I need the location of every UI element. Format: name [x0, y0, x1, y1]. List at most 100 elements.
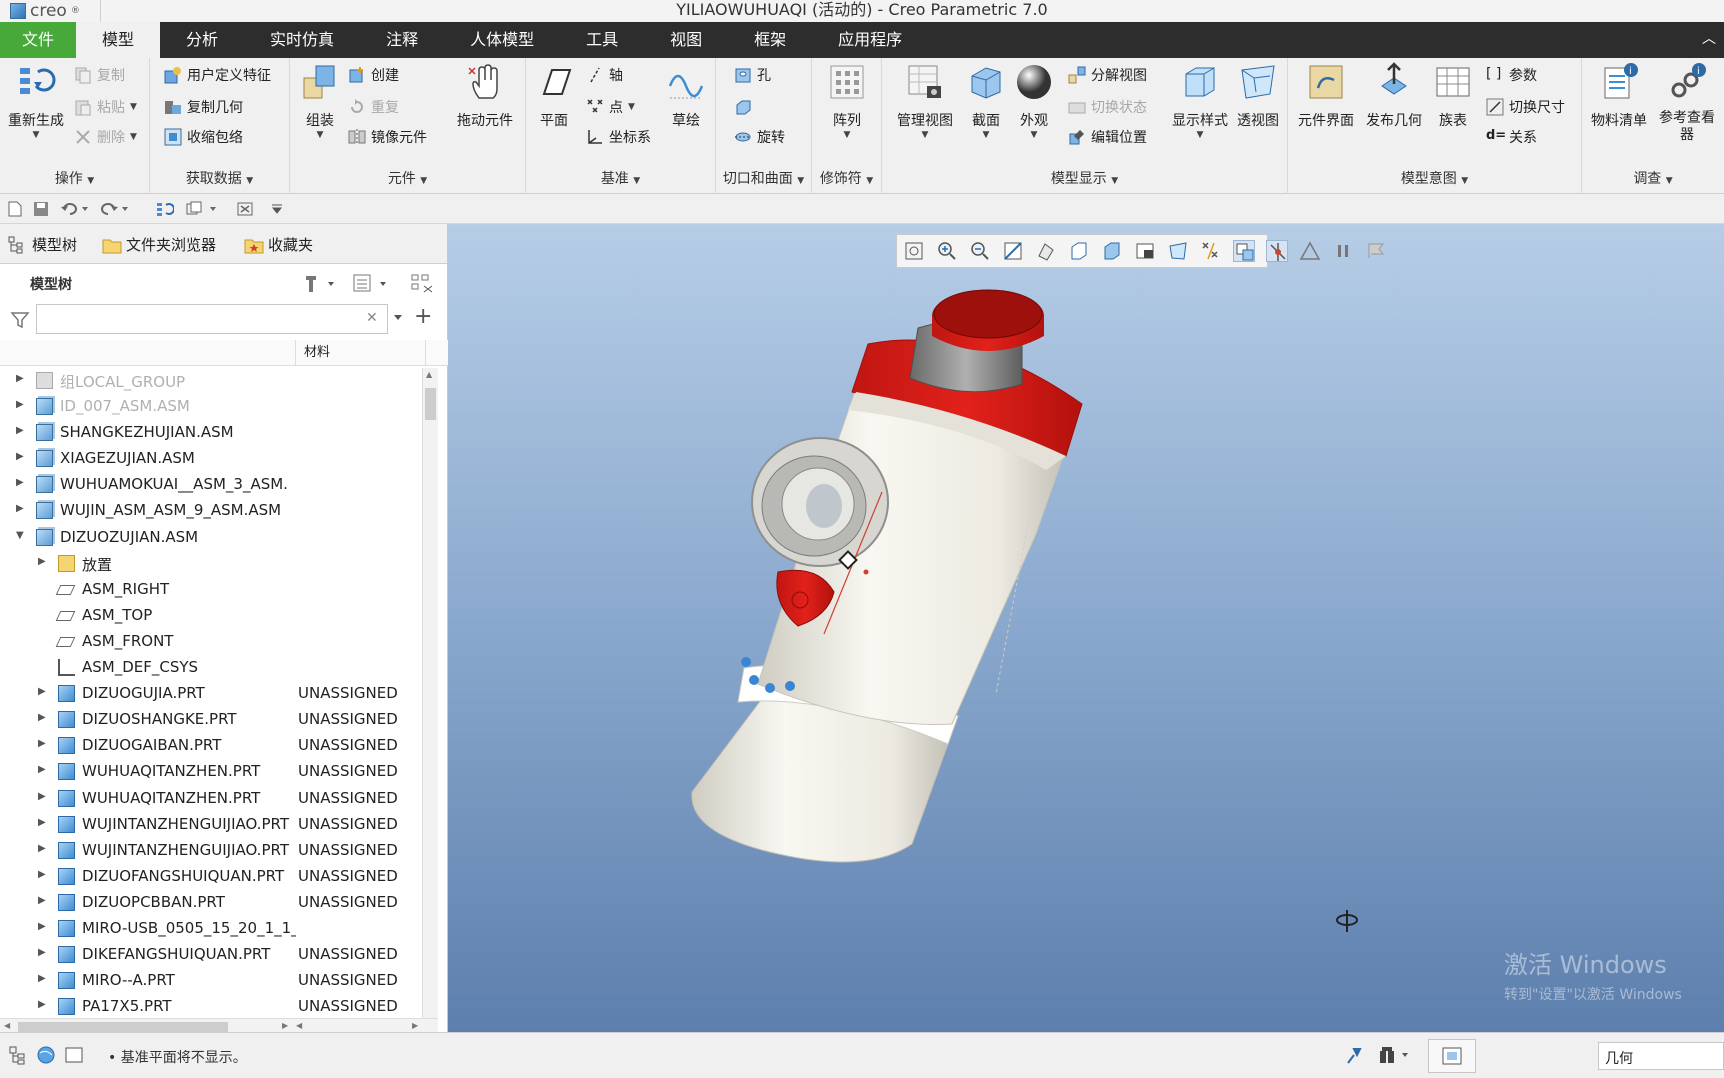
graphics-viewport[interactable]: 激活 Windows 转到"设置"以激活 Windows: [448, 224, 1724, 1032]
filter-icon[interactable]: [10, 310, 30, 330]
copy-geometry-button[interactable]: 复制几何: [164, 96, 243, 118]
regenerate-button[interactable]: 重新生成 ▼: [4, 62, 68, 140]
reference-viewer-button[interactable]: i 参考查看器: [1654, 62, 1720, 144]
group-component-label[interactable]: 元件 ▼: [290, 168, 525, 188]
publish-geometry-button[interactable]: 发布几何: [1362, 62, 1426, 130]
tree-scroll-thumb[interactable]: [425, 388, 436, 420]
tree-row[interactable]: ▶ DIZUOPCBBAN.PRT UNASSIGNED: [0, 890, 422, 916]
tree-row[interactable]: ▶ DIKEFANGSHUIQUAN.PRT UNASSIGNED: [0, 942, 422, 968]
expand-arrow-icon[interactable]: ▶: [38, 843, 48, 854]
tree-row[interactable]: ▶ ID_007_ASM.ASM: [0, 394, 422, 420]
parameters-button[interactable]: [ ] 参数: [1486, 64, 1537, 86]
save-icon[interactable]: [32, 201, 50, 217]
expand-arrow-icon[interactable]: ▶: [16, 478, 26, 488]
group-modifiers-label[interactable]: 修饰符 ▼: [812, 168, 881, 188]
show-tree-icon[interactable]: [410, 272, 438, 294]
menu-applications[interactable]: 应用程序: [812, 22, 928, 58]
group-investigate-label[interactable]: 调查 ▼: [1582, 168, 1724, 188]
customize-toolbar-icon[interactable]: [268, 201, 286, 217]
add-filter-icon[interactable]: +: [414, 306, 432, 328]
expand-arrow-icon[interactable]: ▶: [38, 687, 48, 697]
hole-button[interactable]: 孔: [734, 64, 771, 86]
ribbon-collapse-icon[interactable]: ︿: [1702, 28, 1716, 48]
tree-row[interactable]: ASM_DEF_CSYS: [0, 655, 422, 681]
appearance-button[interactable]: 外观 ▼: [1012, 62, 1056, 140]
tree-row[interactable]: ▶ DIZUOGUJIA.PRT UNASSIGNED: [0, 681, 422, 707]
tree-row[interactable]: ASM_FRONT: [0, 629, 422, 655]
copy-button[interactable]: 复制: [74, 64, 125, 86]
menu-model[interactable]: 模型: [76, 22, 161, 58]
menu-analysis[interactable]: 分析: [160, 22, 244, 58]
fullscreen-icon[interactable]: [64, 1045, 84, 1065]
exploded-view-button[interactable]: 分解视图: [1068, 64, 1147, 86]
undo-icon[interactable]: [60, 201, 90, 217]
expand-arrow-icon[interactable]: ▶: [16, 504, 26, 514]
drag-components-button[interactable]: 拖动元件: [450, 62, 520, 130]
group-get-data-label[interactable]: 获取数据 ▼: [150, 168, 289, 188]
column-material[interactable]: 材料: [295, 340, 425, 366]
expand-arrow-icon[interactable]: ▶: [38, 713, 48, 723]
menu-view[interactable]: 视图: [644, 22, 728, 58]
menu-annotate[interactable]: 注释: [360, 22, 444, 58]
collapse-arrow-icon[interactable]: ▼: [16, 530, 26, 541]
tree-row[interactable]: ▶ WUHUAQITANZHEN.PRT UNASSIGNED: [0, 786, 422, 812]
group-cut-surface-label[interactable]: 切口和曲面 ▼: [716, 168, 811, 188]
expand-arrow-icon[interactable]: ▶: [38, 556, 48, 567]
datum-plane-button[interactable]: 平面: [532, 62, 576, 130]
tab-folder-browser[interactable]: 文件夹浏览器: [102, 234, 216, 255]
clear-search-icon[interactable]: ✕: [366, 310, 378, 326]
tree-row[interactable]: ▶ XIAGEZUJIAN.ASM: [0, 446, 422, 472]
tree-row[interactable]: ▶ 组LOCAL_GROUP: [0, 368, 422, 394]
column-more[interactable]: [425, 340, 439, 366]
manage-views-button[interactable]: 管理视图 ▼: [890, 62, 960, 140]
expand-arrow-icon[interactable]: ▶: [38, 791, 48, 802]
tab-model-tree[interactable]: 模型树: [8, 234, 77, 255]
tree-vertical-scrollbar[interactable]: ▲ ▼: [422, 368, 438, 1028]
group-model-intent-label[interactable]: 模型意图 ▼: [1288, 168, 1581, 188]
tree-row[interactable]: ▶ PA17X5.PRT UNASSIGNED: [0, 994, 422, 1018]
tree-row[interactable]: ▶ 放置: [0, 551, 422, 577]
tree-row[interactable]: ▶ WUHUAQITANZHEN.PRT UNASSIGNED: [0, 759, 422, 785]
expand-arrow-icon[interactable]: ▶: [16, 400, 26, 410]
mirror-component-button[interactable]: 镜像元件: [348, 126, 427, 148]
selection-filter-mode-icon[interactable]: [1428, 1039, 1476, 1073]
tab-favorites[interactable]: 收藏夹: [244, 234, 313, 255]
relations-button[interactable]: d= 关系: [1486, 126, 1537, 148]
expand-arrow-icon[interactable]: ▶: [38, 1000, 48, 1010]
tree-row[interactable]: ▶ SHANGKEZHUJIAN.ASM: [0, 420, 422, 446]
navigator-toggle-icon[interactable]: [8, 1045, 28, 1065]
toggle-state-button[interactable]: 切换状态: [1068, 96, 1147, 118]
tree-row[interactable]: ASM_TOP: [0, 603, 422, 629]
menu-tools[interactable]: 工具: [560, 22, 644, 58]
selection-filter-dropdown[interactable]: 几何: [1598, 1042, 1724, 1070]
tree-columns-icon[interactable]: [352, 272, 392, 294]
regenerate-quick-icon[interactable]: [156, 201, 175, 217]
tree-settings-icon[interactable]: [302, 272, 338, 294]
windows-icon[interactable]: [186, 201, 222, 217]
perspective-view-button[interactable]: 透视图: [1232, 62, 1284, 130]
revolve-button[interactable]: 旋转: [734, 126, 785, 148]
tree-row[interactable]: ▶ DIZUOGAIBAN.PRT UNASSIGNED: [0, 733, 422, 759]
group-datum-label[interactable]: 基准 ▼: [526, 168, 715, 188]
expand-arrow-icon[interactable]: ▶: [16, 452, 26, 462]
expand-arrow-icon[interactable]: ▶: [16, 374, 26, 384]
menu-framework[interactable]: 框架: [728, 22, 812, 58]
browser-toggle-icon[interactable]: [36, 1045, 56, 1065]
sketch-button[interactable]: 草绘: [662, 62, 710, 130]
tree-row[interactable]: ASM_RIGHT: [0, 577, 422, 603]
component-interface-button[interactable]: 元件界面: [1294, 62, 1358, 130]
redo-icon[interactable]: [100, 201, 130, 217]
tree-row[interactable]: ▶ WUJIN_ASM_ASM_9_ASM.ASM: [0, 498, 422, 524]
menu-live-simulation[interactable]: 实时仿真: [244, 22, 360, 58]
expand-arrow-icon[interactable]: ▶: [38, 817, 48, 828]
tree-row[interactable]: ▶ WUJINTANZHENGUIJIAO.PRT UNASSIGNED: [0, 838, 422, 864]
bill-of-materials-button[interactable]: i 物料清单: [1588, 62, 1650, 130]
find-icon[interactable]: [1344, 1045, 1364, 1065]
expand-arrow-icon[interactable]: ▶: [38, 869, 48, 880]
tree-row[interactable]: ▶ DIZUOSHANGKE.PRT UNASSIGNED: [0, 707, 422, 733]
expand-arrow-icon[interactable]: ▶: [38, 948, 48, 958]
tree-row[interactable]: ▶ WUJINTANZHENGUIJIAO.PRT UNASSIGNED: [0, 812, 422, 838]
delete-button[interactable]: 删除 ▼: [74, 126, 137, 148]
extrude-button[interactable]: [734, 96, 752, 118]
binoculars-icon[interactable]: [1378, 1045, 1414, 1065]
